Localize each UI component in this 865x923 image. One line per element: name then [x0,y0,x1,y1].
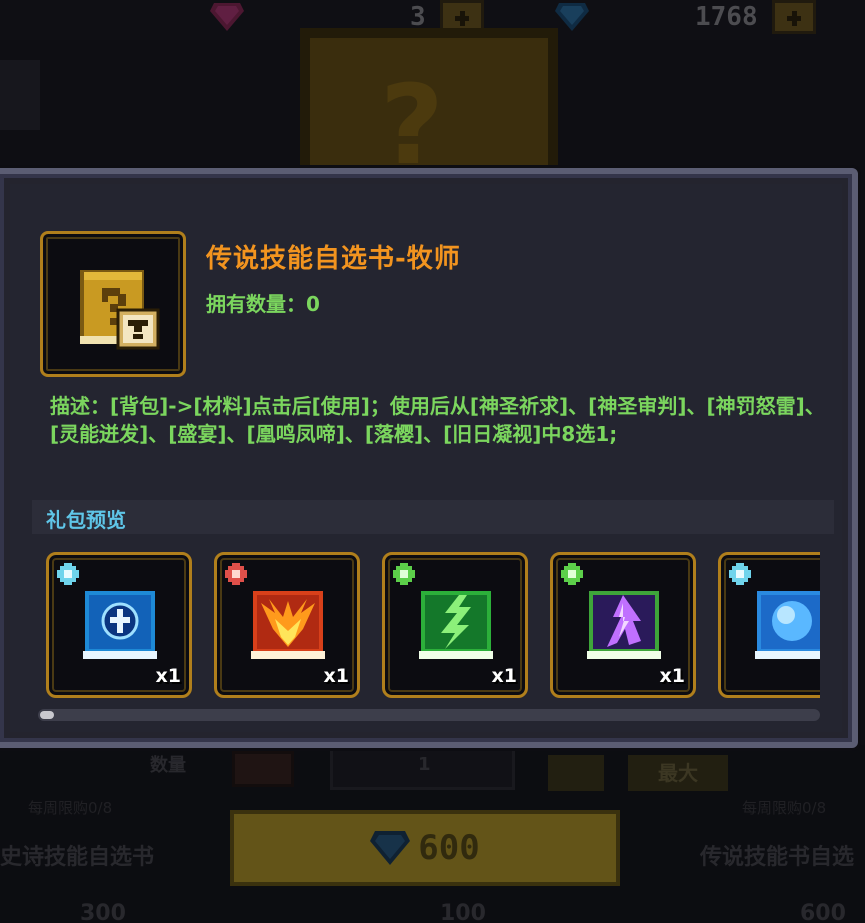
gift-slot-3[interactable]: x1 [382,552,528,698]
slot-quantity: x1 [659,665,685,687]
item-description: 描述：[背包]->[材料]点击后[使用]；使用后从[神圣祈求]、[神圣审判]、[… [50,394,825,446]
slot-quantity: x1 [155,665,181,687]
owned-count: 拥有数量：0 [206,292,320,316]
gift-slot-5[interactable] [718,552,820,698]
slot-quantity: x1 [323,665,349,687]
gift-preview-header: 礼包预览 [32,500,834,534]
blue-orb-book-icon [755,591,820,659]
preview-scrollbar[interactable] [38,709,820,721]
holy-cross-book-icon [83,591,157,659]
skill-select-book-icon [80,270,160,350]
green-lightning-book-icon [419,591,493,659]
item-detail-popup: 传说技能自选书-牧师 拥有数量：0 描述：[背包]->[材料]点击后[使用]；使… [0,168,858,748]
purple-thunder-book-icon [587,591,661,659]
cyan-rarity-icon [57,563,79,585]
gift-slot-4[interactable]: x1 [550,552,696,698]
green-rarity-icon [393,563,415,585]
gift-preview-list[interactable]: x1 x1 x1 x1 [46,552,820,698]
fire-wings-book-icon [251,591,325,659]
gift-slot-2[interactable]: x1 [214,552,360,698]
item-title: 传说技能自选书-牧师 [206,244,461,274]
gift-preview-title: 礼包预览 [46,508,126,532]
cyan-rarity-icon [729,563,751,585]
preview-scrollbar-thumb[interactable] [40,711,54,719]
green-rarity-icon [561,563,583,585]
gift-slot-1[interactable]: x1 [46,552,192,698]
popup-content: 传说技能自选书-牧师 拥有数量：0 描述：[背包]->[材料]点击后[使用]；使… [10,184,842,732]
slot-quantity: x1 [491,665,517,687]
red-rarity-icon [225,563,247,585]
